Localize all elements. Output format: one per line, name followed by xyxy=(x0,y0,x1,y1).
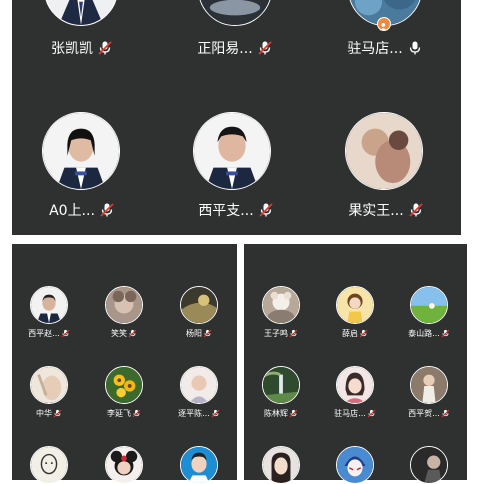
participant-name: A0上... xyxy=(49,203,95,219)
muted-mic-icon xyxy=(61,329,70,338)
participant-name: 王子鸣 xyxy=(264,329,288,338)
participant-name: 李延飞 xyxy=(107,409,131,418)
muted-mic-icon xyxy=(367,409,376,418)
participant-avatar xyxy=(105,366,143,404)
right-video-grid: 王子鸣 薛启 泰山路... 陈林辉 驻马店... 西平贺... xyxy=(244,244,467,484)
main-video-grid: 张凯凯 正阳易... 驻马店... A0上... 西平支... 果实王... xyxy=(12,0,461,235)
participant-name: 张凯凯 xyxy=(51,41,93,57)
participant-avatar xyxy=(180,366,218,404)
participant-name: 西平支... xyxy=(198,203,254,219)
left-video-grid: 西平赵... 笑笑 杨阳 中华 李延飞 逐平陈... xyxy=(12,244,237,484)
host-badge-icon xyxy=(377,17,391,31)
muted-mic-icon xyxy=(408,202,424,218)
participant-avatar xyxy=(105,446,143,484)
muted-mic-icon xyxy=(359,329,368,338)
muted-mic-icon xyxy=(97,40,113,56)
participant-avatar xyxy=(193,112,271,190)
muted-mic-icon xyxy=(257,40,273,56)
participant-name: 薛启 xyxy=(342,329,358,338)
participant-avatar xyxy=(198,0,272,26)
participant-name: 泰山路... xyxy=(408,329,440,338)
muted-mic-icon xyxy=(99,202,115,218)
participant-avatar xyxy=(30,286,68,324)
participant-avatar xyxy=(30,366,68,404)
participant-avatar xyxy=(262,286,300,324)
participant-avatar xyxy=(262,366,300,404)
participant-name: 逐平陈... xyxy=(178,409,210,418)
participant-avatar xyxy=(262,446,300,484)
muted-mic-icon xyxy=(132,409,141,418)
participant-name: 正阳易... xyxy=(197,41,253,57)
participant-avatar xyxy=(42,112,120,190)
participant-name: 驻马店... xyxy=(334,409,366,418)
participant-avatar xyxy=(336,366,374,404)
muted-mic-icon xyxy=(289,329,298,338)
participant-name: 西平贺... xyxy=(408,409,440,418)
participant-avatar xyxy=(180,286,218,324)
muted-mic-icon xyxy=(128,329,137,338)
muted-mic-icon xyxy=(258,202,274,218)
mic-on-icon xyxy=(407,40,423,56)
muted-mic-icon xyxy=(53,409,62,418)
participant-name: 陈林辉 xyxy=(264,409,288,418)
participant-avatar xyxy=(336,446,374,484)
participant-avatar xyxy=(410,366,448,404)
participant-avatar xyxy=(410,286,448,324)
participant-name: 笑笑 xyxy=(111,329,127,338)
participant-avatar xyxy=(30,446,68,484)
muted-mic-icon xyxy=(289,409,298,418)
participant-avatar xyxy=(105,286,143,324)
muted-mic-icon xyxy=(211,409,220,418)
muted-mic-icon xyxy=(203,329,212,338)
muted-mic-icon xyxy=(441,329,450,338)
participant-name: 中华 xyxy=(36,409,52,418)
participant-avatar xyxy=(345,112,423,190)
participant-name: 驻马店... xyxy=(347,41,403,57)
participant-avatar xyxy=(410,446,448,484)
participant-name: 果实王... xyxy=(348,203,404,219)
participant-avatar xyxy=(336,286,374,324)
muted-mic-icon xyxy=(441,409,450,418)
participant-avatar xyxy=(44,0,118,26)
participant-avatar xyxy=(180,446,218,484)
participant-name: 杨阳 xyxy=(186,329,202,338)
participant-name: 西平赵... xyxy=(28,329,60,338)
